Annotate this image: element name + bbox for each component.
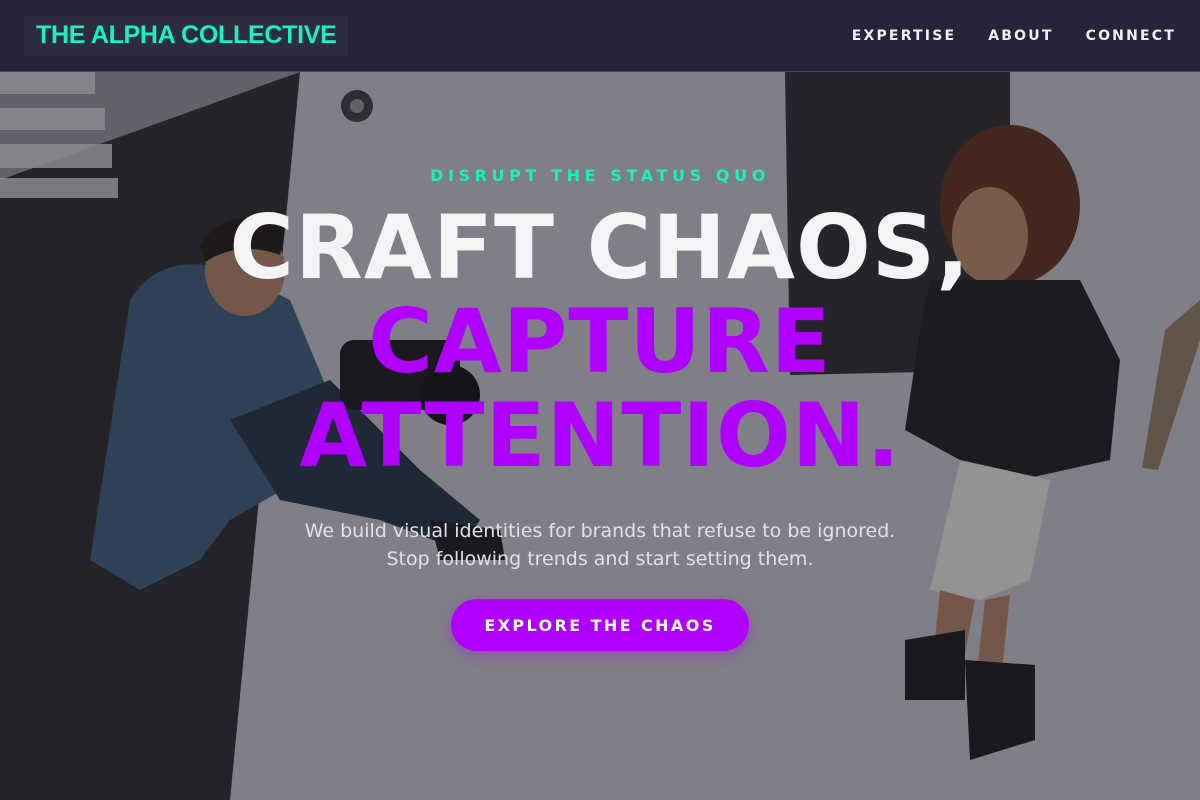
nav-links: EXPERTISE ABOUT CONNECT — [852, 28, 1176, 44]
hero-subtext-line-1: We build visual identities for brands th… — [304, 520, 896, 542]
nav-link-connect[interactable]: CONNECT — [1086, 28, 1176, 44]
nav-link-about[interactable]: ABOUT — [988, 28, 1053, 44]
hero-eyebrow: DISRUPT THE STATUS QUO — [430, 166, 770, 185]
hero-subtext: We build visual identities for brands th… — [250, 517, 950, 573]
headline-line-2: CAPTURE — [368, 290, 832, 393]
hero-subtext-line-2: Stop following trends and start setting … — [386, 548, 814, 570]
explore-the-chaos-button[interactable]: EXPLORE THE CHAOS — [451, 599, 749, 651]
hero-headline: CRAFT CHAOS, CAPTURE ATTENTION. — [229, 201, 970, 483]
headline-line-1: CRAFT CHAOS, — [229, 196, 971, 299]
hero-section: DISRUPT THE STATUS QUO CRAFT CHAOS, CAPT… — [0, 72, 1200, 800]
nav-link-expertise[interactable]: EXPERTISE — [852, 28, 957, 44]
top-navigation-bar: THE ALPHA COLLECTIVE EXPERTISE ABOUT CON… — [0, 0, 1200, 72]
brand-logo-link[interactable]: THE ALPHA COLLECTIVE — [24, 15, 349, 56]
headline-line-3: ATTENTION. — [299, 384, 901, 487]
